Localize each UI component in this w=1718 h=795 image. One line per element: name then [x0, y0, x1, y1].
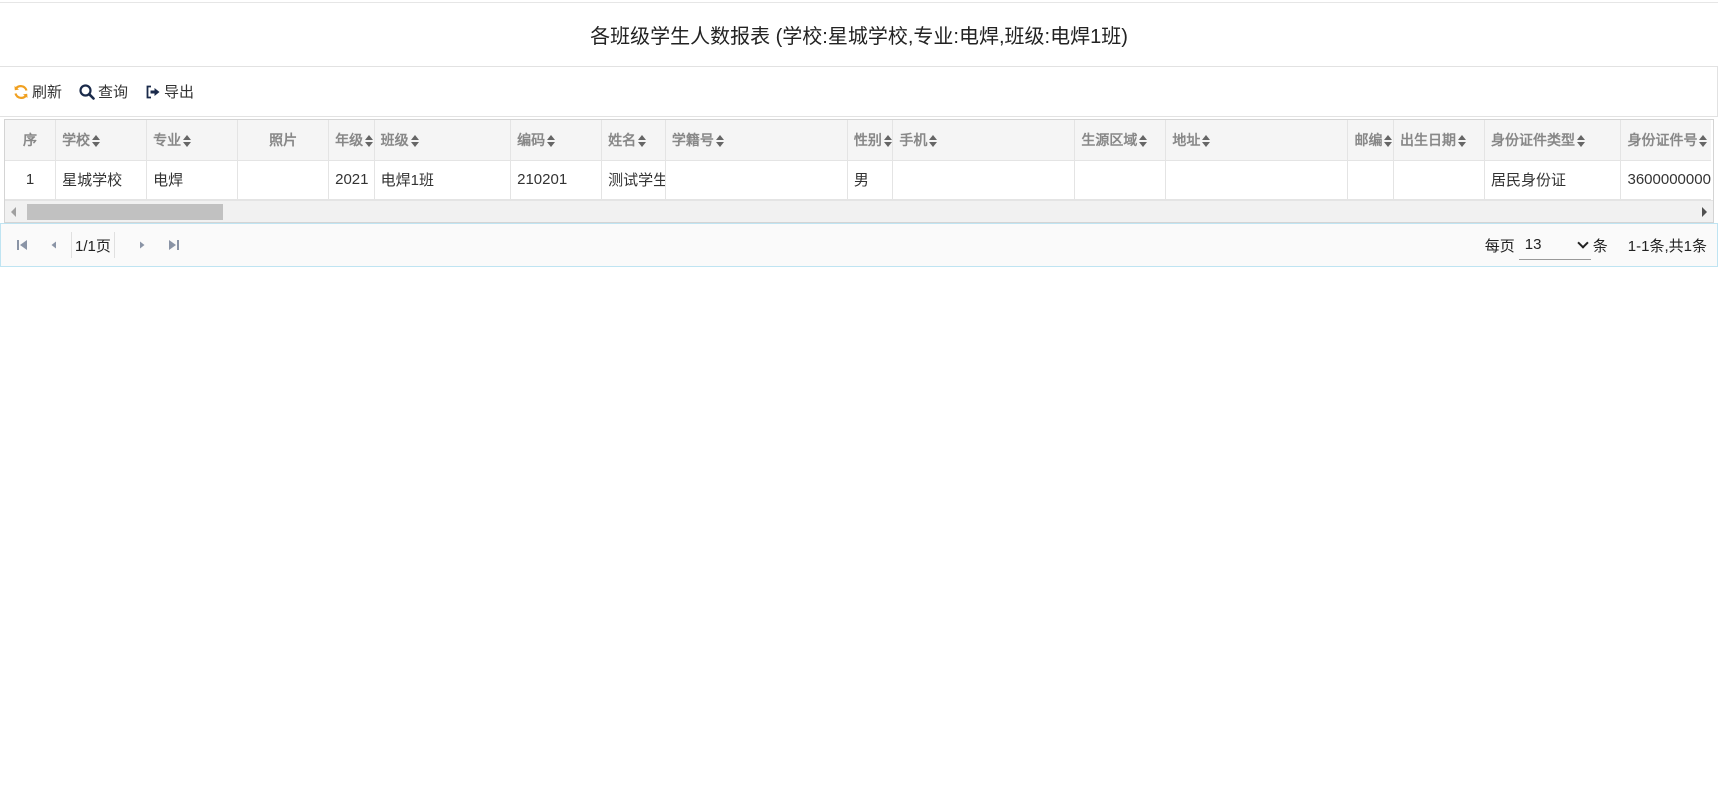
sort-icon	[183, 135, 192, 148]
column-header-index: 序	[5, 120, 57, 161]
column-header-address[interactable]: 地址	[1165, 120, 1349, 161]
data-grid: 序 学校 专业 照片 年级 班级 编码 姓名 学籍号 性别 手机 生源区域 地址…	[4, 119, 1714, 223]
prev-page-icon	[51, 241, 56, 249]
sort-icon	[410, 135, 419, 148]
column-header-postcode[interactable]: 邮编	[1347, 120, 1394, 161]
grid-viewport: 序 学校 专业 照片 年级 班级 编码 姓名 学籍号 性别 手机 生源区域 地址…	[5, 120, 1711, 200]
page-size-value: 13	[1524, 236, 1542, 253]
cell-grade: 2021	[328, 160, 375, 200]
column-header-photo: 照片	[237, 120, 330, 161]
pagination-bar: 1/1页 每页 13 条 1-1条,共1条	[0, 223, 1718, 267]
sort-icon	[1576, 135, 1585, 148]
scroll-right-icon[interactable]	[1702, 207, 1707, 217]
cell-postcode	[1347, 160, 1394, 200]
query-label: 查询	[98, 84, 129, 101]
cell-school: 星城学校	[55, 160, 148, 200]
column-header-gender[interactable]: 性别	[847, 120, 894, 161]
next-page-icon	[139, 241, 145, 249]
sort-icon	[1384, 135, 1393, 148]
toolbar: 刷新 查询 导出	[0, 67, 1718, 117]
column-header-origin[interactable]: 生源区域	[1074, 120, 1167, 161]
sign-out-icon	[144, 83, 162, 101]
cell-code: 210201	[510, 160, 603, 200]
first-page-button[interactable]	[11, 234, 33, 256]
cell-origin	[1074, 160, 1167, 200]
column-header-name[interactable]: 姓名	[601, 120, 666, 161]
record-range: 1-1条,共1条	[1627, 237, 1707, 255]
refresh-icon	[12, 83, 30, 101]
cell-phone	[892, 160, 1076, 200]
column-header-phone[interactable]: 手机	[892, 120, 1076, 161]
sort-icon	[1202, 135, 1211, 148]
column-header-id-type[interactable]: 身份证件类型	[1484, 120, 1622, 161]
column-header-major[interactable]: 专业	[146, 120, 239, 161]
column-header-school[interactable]: 学校	[55, 120, 148, 161]
sort-icon	[638, 135, 647, 148]
horizontal-scrollbar[interactable]	[5, 200, 1713, 222]
cell-birthdate	[1393, 160, 1485, 200]
report-header: 各班级学生人数报表 (学校:星城学校,专业:电焊,班级:电焊1班)	[0, 3, 1718, 67]
last-page-icon	[168, 240, 179, 250]
cell-gender: 男	[847, 160, 894, 200]
per-page-suffix: 条	[1592, 237, 1608, 255]
page-indicator: 1/1页	[71, 232, 115, 258]
cell-student-id	[665, 160, 848, 200]
table-header-row: 序 学校 专业 照片 年级 班级 编码 姓名 学籍号 性别 手机 生源区域 地址…	[5, 120, 1711, 161]
cell-name: 测试学生	[601, 160, 666, 200]
cell-index: 1	[5, 160, 57, 200]
column-header-id-number[interactable]: 身份证件号	[1620, 120, 1711, 161]
sort-icon	[92, 135, 101, 148]
column-header-class[interactable]: 班级	[374, 120, 512, 161]
cell-class: 电焊1班	[374, 160, 512, 200]
column-header-student-id[interactable]: 学籍号	[665, 120, 848, 161]
sort-icon	[883, 135, 892, 148]
column-header-code[interactable]: 编码	[510, 120, 603, 161]
next-page-button[interactable]	[131, 234, 153, 256]
cell-id-type: 居民身份证	[1484, 160, 1622, 200]
cell-id-number: 360000000000	[1620, 160, 1711, 200]
prev-page-button[interactable]	[43, 234, 65, 256]
page-size-group: 每页 13 条 1-1条,共1条	[1485, 230, 1717, 260]
export-button[interactable]: 导出	[144, 81, 194, 102]
page-size-select[interactable]: 13	[1518, 230, 1591, 260]
sort-icon	[715, 135, 724, 148]
cell-address	[1165, 160, 1349, 200]
export-label: 导出	[164, 84, 195, 101]
column-header-birthdate[interactable]: 出生日期	[1393, 120, 1485, 161]
search-icon	[78, 83, 96, 101]
scroll-left-icon[interactable]	[11, 207, 16, 217]
last-page-button[interactable]	[163, 234, 185, 256]
cell-major: 电焊	[146, 160, 239, 200]
sort-icon	[1139, 135, 1148, 148]
page-title: 各班级学生人数报表 (学校:星城学校,专业:电焊,班级:电焊1班)	[590, 26, 1128, 48]
scrollbar-thumb[interactable]	[27, 204, 223, 220]
refresh-label: 刷新	[32, 84, 63, 101]
student-table: 序 学校 专业 照片 年级 班级 编码 姓名 学籍号 性别 手机 生源区域 地址…	[5, 120, 1711, 200]
column-header-grade[interactable]: 年级	[328, 120, 375, 161]
sort-icon	[547, 135, 556, 148]
chevron-down-icon	[1577, 236, 1589, 249]
first-page-icon	[17, 240, 27, 250]
sort-icon	[929, 135, 938, 148]
cell-photo	[237, 160, 330, 200]
sort-icon	[1457, 135, 1466, 148]
per-page-prefix: 每页	[1484, 237, 1515, 255]
sort-icon	[365, 135, 374, 148]
sort-icon	[1699, 135, 1708, 148]
table-row[interactable]: 1 星城学校 电焊 2021 电焊1班 210201 测试学生 男 居民身份证	[5, 160, 1711, 200]
refresh-button[interactable]: 刷新	[12, 81, 62, 102]
query-button[interactable]: 查询	[78, 81, 128, 102]
